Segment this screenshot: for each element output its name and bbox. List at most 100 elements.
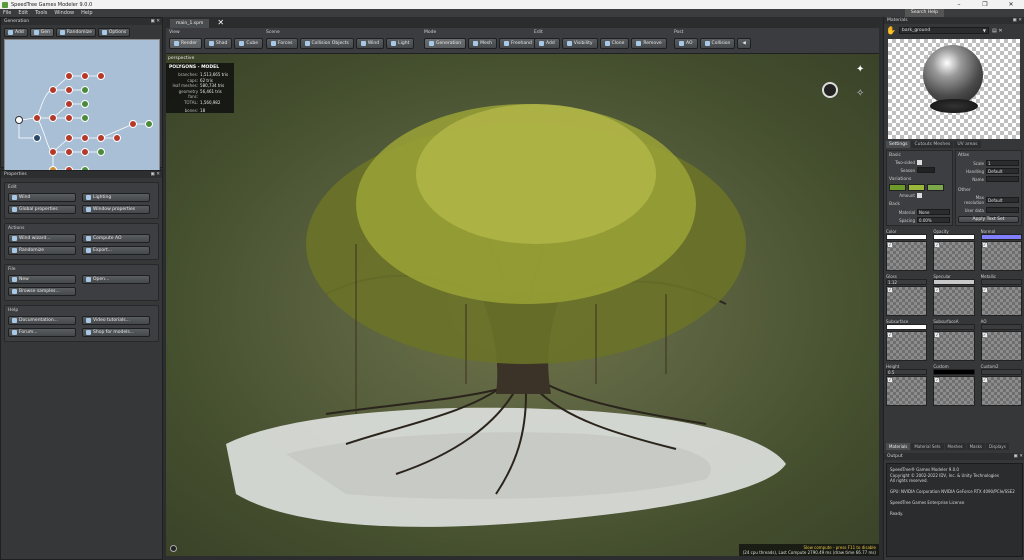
minimize-icon[interactable]: – bbox=[946, 0, 972, 9]
forces-button[interactable]: Forces bbox=[266, 38, 298, 49]
global-properties-button[interactable]: Global properties bbox=[8, 205, 76, 214]
graph-node-leaf[interactable] bbox=[145, 120, 153, 128]
hand-pick-icon[interactable]: ✋ bbox=[886, 26, 896, 36]
amount-checkbox[interactable] bbox=[917, 193, 922, 198]
graph-node[interactable] bbox=[33, 134, 41, 142]
gen-button[interactable]: Gen bbox=[29, 28, 54, 37]
slot-value[interactable] bbox=[980, 279, 1022, 285]
texture-thumbnail[interactable]: ✓ bbox=[886, 331, 928, 361]
name-field[interactable] bbox=[986, 176, 1019, 182]
graph-node[interactable] bbox=[97, 134, 105, 142]
menu-window[interactable]: Window bbox=[54, 10, 74, 16]
texture-thumbnail[interactable]: ✓ bbox=[886, 241, 928, 271]
slot-value[interactable]: 0.5 bbox=[886, 369, 928, 375]
graph-node[interactable] bbox=[49, 148, 57, 156]
wind-wizard-button[interactable]: Wind wizard... bbox=[8, 234, 76, 243]
lighting-button[interactable]: Lighting bbox=[82, 193, 150, 202]
video-tutorials-button[interactable]: Video tutorials... bbox=[82, 316, 150, 325]
material-select[interactable]: bark_ground ▼ bbox=[899, 27, 989, 34]
menu-help[interactable]: Help bbox=[81, 10, 92, 16]
3d-viewport[interactable]: perspective POLYGONS - MODEL branches: 1,… bbox=[166, 54, 879, 556]
graph-node-leaf[interactable] bbox=[97, 148, 105, 156]
texture-thumbnail[interactable]: ✓ bbox=[933, 376, 975, 406]
tab-uv-areas[interactable]: UV areas bbox=[954, 141, 981, 148]
compute-ao-button[interactable]: Compute AO bbox=[82, 234, 150, 243]
search-help-button[interactable]: Search Help bbox=[904, 9, 944, 17]
menu-file[interactable]: File bbox=[3, 10, 11, 16]
wind-button[interactable]: Wind bbox=[8, 193, 76, 202]
freehand-mode-button[interactable]: Freehand bbox=[498, 38, 537, 49]
graph-node[interactable] bbox=[65, 100, 73, 108]
browse-samples-button[interactable]: Browse samples... bbox=[8, 287, 76, 296]
graph-node[interactable] bbox=[49, 114, 57, 122]
randomize-tab-button[interactable]: Randomize bbox=[55, 28, 96, 37]
remove-button[interactable]: Remove bbox=[631, 38, 667, 49]
graph-node[interactable] bbox=[97, 72, 105, 80]
graph-node[interactable] bbox=[65, 72, 73, 80]
max-resolution-select[interactable]: Default bbox=[986, 197, 1019, 203]
texture-thumbnail[interactable]: ✓ bbox=[933, 286, 975, 316]
graph-node[interactable] bbox=[65, 148, 73, 156]
variation-swatch[interactable] bbox=[908, 184, 925, 191]
slot-value[interactable] bbox=[933, 324, 975, 330]
open-button[interactable]: Open... bbox=[82, 275, 150, 284]
cube-button[interactable]: Cube bbox=[234, 38, 263, 49]
slot-value[interactable] bbox=[933, 369, 975, 375]
light-button[interactable]: Light bbox=[386, 38, 415, 49]
collision-objects-button[interactable]: Collision Objects bbox=[299, 38, 354, 49]
back-material-select[interactable]: None bbox=[917, 209, 950, 215]
window-properties-button[interactable]: Window properties bbox=[82, 205, 150, 214]
viewport-menu-icon[interactable] bbox=[170, 545, 177, 552]
tab-masks[interactable]: Masks bbox=[966, 443, 985, 450]
slot-value[interactable] bbox=[933, 279, 975, 285]
clone-button[interactable]: Clone bbox=[599, 38, 630, 49]
texture-thumbnail[interactable]: ✓ bbox=[933, 331, 975, 361]
document-tab[interactable]: main_1.spm bbox=[170, 19, 210, 28]
graph-node-root[interactable] bbox=[15, 116, 23, 124]
ao-button[interactable]: AO bbox=[674, 38, 698, 49]
add-node-button[interactable]: Add bbox=[534, 38, 560, 49]
new-button[interactable]: New bbox=[8, 275, 76, 284]
slot-value[interactable] bbox=[933, 234, 975, 240]
variation-swatch[interactable] bbox=[927, 184, 944, 191]
forum-button[interactable]: Forum... bbox=[8, 328, 76, 337]
tab-materials[interactable]: Materials bbox=[886, 443, 911, 450]
two-sided-checkbox[interactable] bbox=[917, 160, 922, 165]
panel-float-close-icon[interactable]: ▣ ✕ bbox=[1014, 453, 1023, 460]
checkbox-icon[interactable]: ✓ bbox=[982, 333, 987, 337]
wind-gizmo-icon[interactable] bbox=[822, 82, 838, 98]
render-button[interactable]: Render bbox=[169, 38, 203, 49]
variation-swatch[interactable] bbox=[889, 184, 906, 191]
graph-node[interactable] bbox=[49, 86, 57, 94]
graph-node[interactable] bbox=[81, 148, 89, 156]
panel-float-close-icon[interactable]: ▣ ✕ bbox=[151, 171, 160, 178]
tab-material-sets[interactable]: Material Sets bbox=[911, 443, 944, 450]
graph-node-leaf[interactable] bbox=[81, 114, 89, 122]
graph-node[interactable] bbox=[113, 134, 121, 142]
collision-button[interactable]: Collision bbox=[699, 38, 736, 49]
back-arrow-button[interactable]: ◀ bbox=[737, 38, 751, 49]
checkbox-icon[interactable]: ✓ bbox=[935, 288, 940, 292]
texture-thumbnail[interactable]: ✓ bbox=[886, 376, 928, 406]
texture-thumbnail[interactable]: ✓ bbox=[886, 286, 928, 316]
slot-value[interactable] bbox=[980, 234, 1022, 240]
checkbox-icon[interactable]: ✓ bbox=[888, 243, 892, 247]
material-options-icon[interactable]: ▤ ✕ bbox=[992, 28, 1003, 34]
texture-thumbnail[interactable]: ✓ bbox=[980, 376, 1022, 406]
tab-displays[interactable]: Displays bbox=[986, 443, 1009, 450]
tab-meshes[interactable]: Meshes bbox=[944, 443, 966, 450]
export-button[interactable]: Export... bbox=[82, 246, 150, 255]
user-data-field[interactable] bbox=[986, 207, 1019, 213]
spacing-field[interactable]: 0.00% bbox=[917, 217, 950, 223]
shop-button[interactable]: Shop for models... bbox=[82, 328, 150, 337]
maximize-icon[interactable]: ❐ bbox=[972, 0, 998, 9]
slot-value[interactable]: 1.12 bbox=[886, 279, 928, 285]
checkbox-icon[interactable]: ✓ bbox=[935, 333, 940, 337]
checkbox-icon[interactable]: ✓ bbox=[982, 378, 987, 382]
visibility-button[interactable]: Visibility bbox=[561, 38, 598, 49]
axis-gizmo-icon[interactable]: ✧ bbox=[856, 88, 864, 99]
texture-thumbnail[interactable]: ✓ bbox=[980, 286, 1022, 316]
checkbox-icon[interactable]: ✓ bbox=[888, 378, 892, 382]
checkbox-icon[interactable]: ✓ bbox=[888, 288, 892, 292]
panel-float-close-icon[interactable]: ▣ ✕ bbox=[151, 18, 160, 25]
